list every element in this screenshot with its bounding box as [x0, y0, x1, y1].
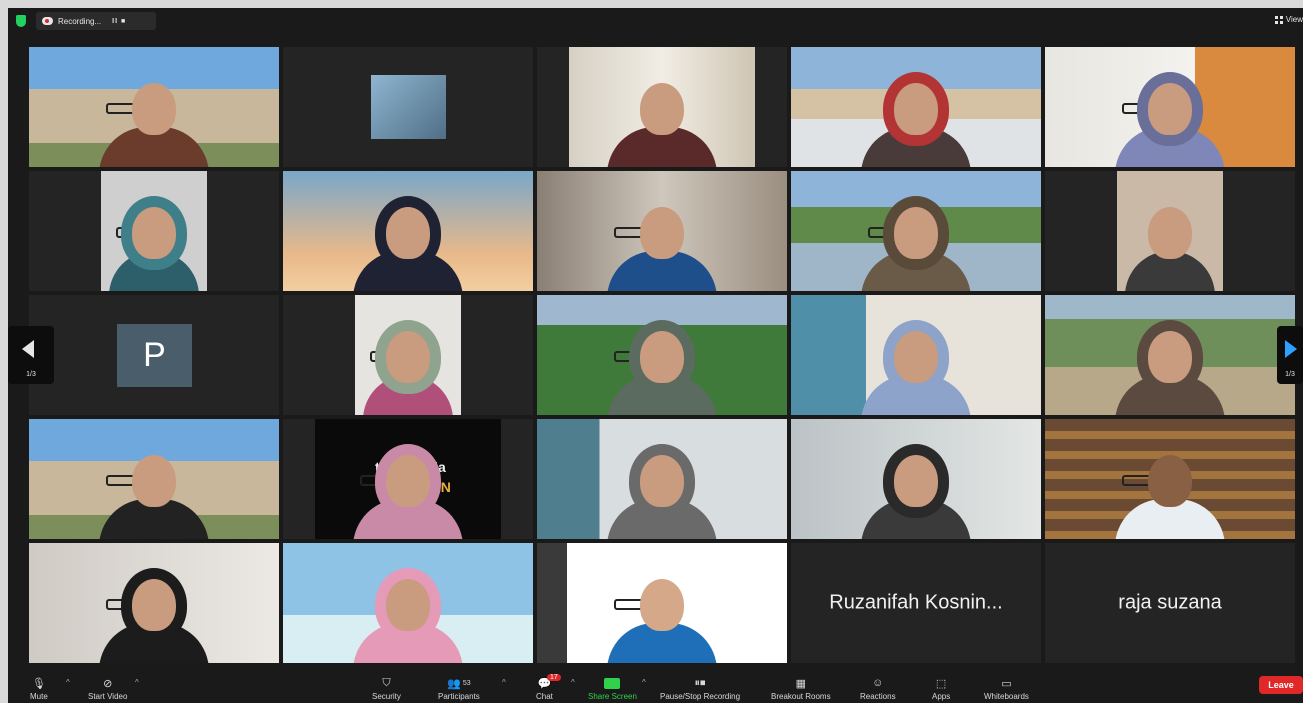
- whiteboards-button[interactable]: ▭ Whiteboards: [984, 676, 1029, 702]
- video-tile[interactable]: [537, 419, 787, 539]
- previous-page-button[interactable]: 1/3: [8, 326, 54, 384]
- video-tile[interactable]: [29, 419, 279, 539]
- video-tile[interactable]: [29, 543, 279, 663]
- pause-stop-recording-button[interactable]: ⏸⏹ Pause/Stop Recording: [660, 676, 740, 702]
- chevron-up-icon[interactable]: ^: [135, 678, 139, 687]
- participants-button[interactable]: 👥 53 Participants: [438, 676, 480, 702]
- chat-button[interactable]: 💬 17 Chat: [536, 674, 561, 701]
- gallery-grid-icon: [1274, 15, 1283, 24]
- participant-tile-name-only[interactable]: raja suzana: [1045, 543, 1295, 663]
- recording-indicator[interactable]: Recording... II ■: [36, 12, 156, 30]
- apps-button[interactable]: ⬚ Apps: [932, 676, 950, 702]
- page-indicator: 1/3: [1285, 371, 1295, 378]
- video-tile[interactable]: [537, 295, 787, 415]
- video-tile[interactable]: [29, 47, 279, 167]
- video-tile[interactable]: [283, 47, 533, 167]
- video-tile[interactable]: [1045, 171, 1295, 291]
- recording-label: Recording...: [58, 16, 102, 26]
- microphone-icon: 🎙: [31, 677, 46, 690]
- video-off-icon: ⊘: [103, 677, 113, 690]
- video-tile[interactable]: [791, 419, 1041, 539]
- avatar: P: [117, 324, 192, 387]
- participants-icon: 👥 53: [447, 677, 471, 690]
- page-indicator: 1/3: [26, 371, 36, 378]
- share-screen-button[interactable]: Share Screen: [588, 676, 637, 701]
- participant-name: raja suzana: [1118, 591, 1222, 614]
- video-tile[interactable]: [283, 543, 533, 663]
- video-tile[interactable]: [1045, 419, 1295, 539]
- breakout-rooms-button[interactable]: ▦ Breakout Rooms: [771, 676, 831, 702]
- view-button[interactable]: View: [1274, 15, 1303, 24]
- chevron-up-icon[interactable]: ^: [642, 678, 646, 687]
- video-tile[interactable]: [791, 171, 1041, 291]
- participant-name: Ruzanifah Kosnin...: [829, 591, 1003, 614]
- video-tile[interactable]: [283, 295, 533, 415]
- top-bar: Recording... II ■ View: [8, 8, 1303, 34]
- leave-button[interactable]: Leave: [1259, 676, 1303, 694]
- video-tile[interactable]: [1045, 295, 1295, 415]
- mute-button[interactable]: 🎙 Mute: [30, 676, 48, 702]
- meeting-toolbar: 🎙 Mute ^ ⊘ Start Video ^ ⛉ Security 👥 53 …: [8, 673, 1303, 703]
- video-tile[interactable]: [1045, 47, 1295, 167]
- breakout-rooms-icon: ▦: [795, 677, 806, 690]
- pause-stop-icon: ⏸⏹: [694, 676, 706, 689]
- next-page-button[interactable]: 1/3: [1277, 326, 1303, 384]
- whiteboard-icon: ▭: [1001, 677, 1012, 690]
- shield-icon: ⛉: [382, 676, 391, 689]
- view-label: View: [1285, 15, 1303, 24]
- gallery-grid: P ti Malaysia NTAN: [29, 47, 1295, 663]
- zoom-meeting-window: Recording... II ■ View P ti NTAN Ruzanif…: [8, 8, 1303, 703]
- chevron-up-icon[interactable]: ^: [66, 678, 70, 687]
- video-tile[interactable]: [537, 543, 787, 663]
- share-screen-icon: [604, 677, 621, 689]
- participant-tile-name-only[interactable]: Ruzanifah Kosnin...: [791, 543, 1041, 663]
- reactions-button[interactable]: ☺ Reactions: [860, 676, 896, 701]
- participants-count: 53: [462, 679, 471, 687]
- security-button[interactable]: ⛉ Security: [372, 676, 401, 702]
- video-tile[interactable]: [537, 47, 787, 167]
- video-tile[interactable]: ti Malaysia NTAN: [283, 419, 533, 539]
- recording-controls[interactable]: II ■: [112, 18, 126, 25]
- video-tile[interactable]: [29, 171, 279, 291]
- arrow-right-icon: [1285, 340, 1297, 358]
- chevron-up-icon[interactable]: ^: [571, 678, 575, 687]
- video-tile[interactable]: [283, 171, 533, 291]
- video-tile[interactable]: [537, 171, 787, 291]
- apps-icon: ⬚: [935, 677, 947, 690]
- chevron-up-icon[interactable]: ^: [502, 678, 506, 687]
- chat-badge: 17: [547, 674, 561, 681]
- cloud-recording-icon: [42, 17, 53, 25]
- video-tile[interactable]: [791, 47, 1041, 167]
- encryption-shield-icon[interactable]: [16, 15, 26, 27]
- video-tile[interactable]: P: [29, 295, 279, 415]
- arrow-left-icon: [22, 340, 34, 358]
- start-video-button[interactable]: ⊘ Start Video: [88, 676, 127, 702]
- reactions-icon: ☺: [872, 677, 884, 689]
- video-tile[interactable]: [791, 295, 1041, 415]
